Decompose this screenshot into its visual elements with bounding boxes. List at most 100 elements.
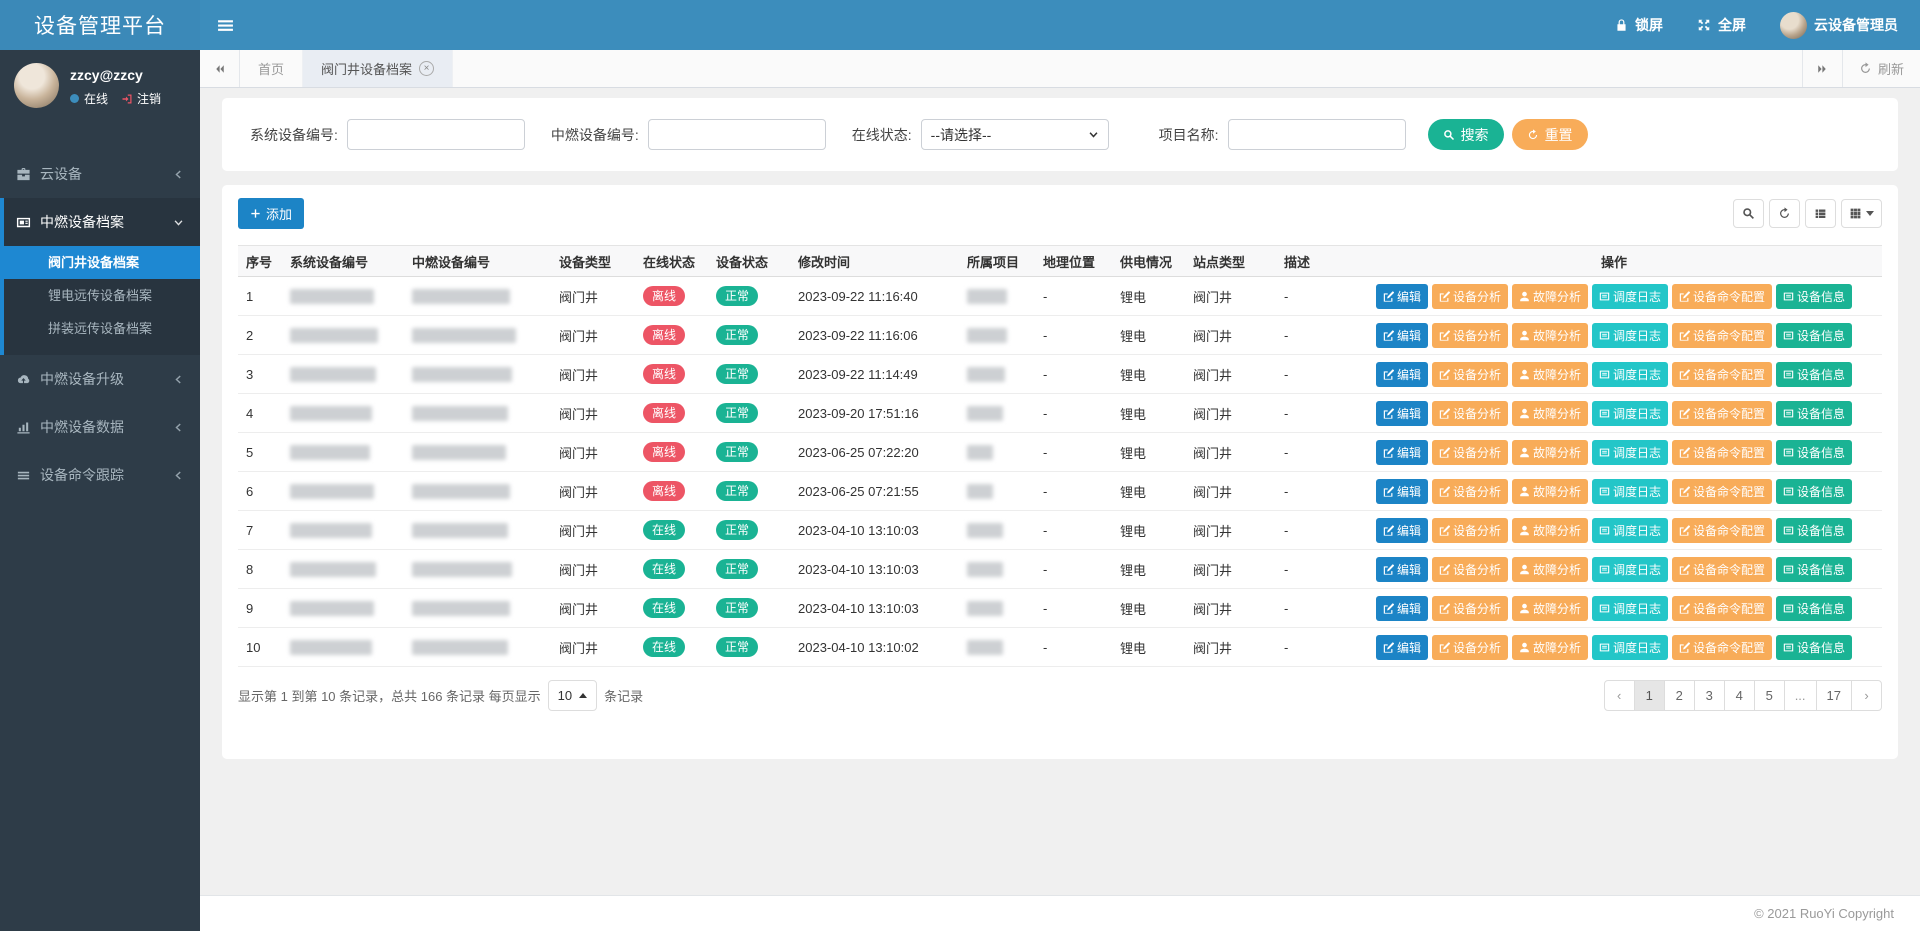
column-header[interactable]: 所属项目 xyxy=(959,246,1035,277)
column-header[interactable]: 描述 xyxy=(1276,246,1346,277)
sidebar-toggle-button[interactable] xyxy=(200,0,250,50)
fault-analysis-button[interactable]: 故障分析 xyxy=(1512,284,1588,309)
fault-analysis-button[interactable]: 故障分析 xyxy=(1512,323,1588,348)
edit-button[interactable]: 编辑 xyxy=(1376,635,1428,660)
page-button[interactable]: 1 xyxy=(1634,680,1665,711)
reset-button[interactable]: 重置 xyxy=(1512,119,1588,150)
device-info-button[interactable]: 设备信息 xyxy=(1776,635,1852,660)
column-header[interactable]: 修改时间 xyxy=(790,246,959,277)
device-command-config-button[interactable]: 设备命令配置 xyxy=(1672,596,1772,621)
sidebar-item-zhongran-archive[interactable]: 中燃设备档案 xyxy=(4,198,200,246)
table-refresh-button[interactable] xyxy=(1769,199,1800,228)
device-info-button[interactable]: 设备信息 xyxy=(1776,557,1852,582)
page-size-select[interactable]: 10 xyxy=(548,680,597,711)
column-header[interactable]: 在线状态 xyxy=(635,246,708,277)
fault-analysis-button[interactable]: 故障分析 xyxy=(1512,635,1588,660)
device-command-config-button[interactable]: 设备命令配置 xyxy=(1672,362,1772,387)
column-header[interactable]: 地理位置 xyxy=(1035,246,1112,277)
device-command-config-button[interactable]: 设备命令配置 xyxy=(1672,479,1772,504)
device-command-config-button[interactable]: 设备命令配置 xyxy=(1672,440,1772,465)
edit-button[interactable]: 编辑 xyxy=(1376,518,1428,543)
device-analysis-button[interactable]: 设备分析 xyxy=(1432,596,1508,621)
sidebar-subitem-valve-well-archive[interactable]: 阀门井设备档案 xyxy=(4,246,200,279)
sidebar-item-cloud-device[interactable]: 云设备 xyxy=(0,150,200,198)
dispatch-log-button[interactable]: 调度日志 xyxy=(1592,557,1668,582)
page-prev-button[interactable]: ‹ xyxy=(1604,680,1635,711)
fault-analysis-button[interactable]: 故障分析 xyxy=(1512,401,1588,426)
user-menu-button[interactable]: 云设备管理员 xyxy=(1780,12,1898,39)
close-tab-icon[interactable]: × xyxy=(419,61,434,76)
edit-button[interactable]: 编辑 xyxy=(1376,479,1428,504)
column-header[interactable]: 操作 xyxy=(1346,246,1882,277)
search-button[interactable]: 搜索 xyxy=(1428,119,1504,150)
device-info-button[interactable]: 设备信息 xyxy=(1776,401,1852,426)
page-next-button[interactable]: › xyxy=(1851,680,1882,711)
sidebar-item-device-data[interactable]: 中燃设备数据 xyxy=(0,403,200,451)
device-analysis-button[interactable]: 设备分析 xyxy=(1432,401,1508,426)
sidebar-subitem-assembled-remote-archive[interactable]: 拼装远传设备档案 xyxy=(4,312,200,345)
fault-analysis-button[interactable]: 故障分析 xyxy=(1512,557,1588,582)
sidebar-item-command-track[interactable]: 设备命令跟踪 xyxy=(0,451,200,499)
add-button[interactable]: 添加 xyxy=(238,198,304,229)
page-button[interactable]: 2 xyxy=(1664,680,1695,711)
column-header[interactable]: 中燃设备编号 xyxy=(404,246,551,277)
device-info-button[interactable]: 设备信息 xyxy=(1776,362,1852,387)
device-info-button[interactable]: 设备信息 xyxy=(1776,440,1852,465)
edit-button[interactable]: 编辑 xyxy=(1376,557,1428,582)
device-info-button[interactable]: 设备信息 xyxy=(1776,284,1852,309)
edit-button[interactable]: 编辑 xyxy=(1376,401,1428,426)
tab-home[interactable]: 首页 xyxy=(240,50,303,87)
device-analysis-button[interactable]: 设备分析 xyxy=(1432,284,1508,309)
fault-analysis-button[interactable]: 故障分析 xyxy=(1512,440,1588,465)
column-header[interactable]: 站点类型 xyxy=(1185,246,1276,277)
device-command-config-button[interactable]: 设备命令配置 xyxy=(1672,401,1772,426)
page-button[interactable]: 5 xyxy=(1754,680,1785,711)
device-info-button[interactable]: 设备信息 xyxy=(1776,323,1852,348)
edit-button[interactable]: 编辑 xyxy=(1376,440,1428,465)
fault-analysis-button[interactable]: 故障分析 xyxy=(1512,596,1588,621)
column-header[interactable]: 系统设备编号 xyxy=(282,246,404,277)
fullscreen-button[interactable]: 全屏 xyxy=(1697,15,1746,35)
column-header[interactable]: 序号 xyxy=(238,246,282,277)
refresh-tab-button[interactable]: 刷新 xyxy=(1842,50,1920,87)
dispatch-log-button[interactable]: 调度日志 xyxy=(1592,479,1668,504)
sidebar-item-device-upgrade[interactable]: 中燃设备升级 xyxy=(0,355,200,403)
sidebar-subitem-lithium-remote-archive[interactable]: 锂电远传设备档案 xyxy=(4,279,200,312)
table-toggle-view-button[interactable] xyxy=(1805,199,1836,228)
edit-button[interactable]: 编辑 xyxy=(1376,323,1428,348)
device-analysis-button[interactable]: 设备分析 xyxy=(1432,479,1508,504)
dispatch-log-button[interactable]: 调度日志 xyxy=(1592,362,1668,387)
logout-button[interactable]: 注销 xyxy=(121,90,161,107)
device-command-config-button[interactable]: 设备命令配置 xyxy=(1672,518,1772,543)
column-header[interactable]: 设备状态 xyxy=(708,246,790,277)
mid-device-no-input[interactable] xyxy=(648,119,826,150)
dispatch-log-button[interactable]: 调度日志 xyxy=(1592,518,1668,543)
fault-analysis-button[interactable]: 故障分析 xyxy=(1512,518,1588,543)
device-analysis-button[interactable]: 设备分析 xyxy=(1432,635,1508,660)
dispatch-log-button[interactable]: 调度日志 xyxy=(1592,323,1668,348)
device-info-button[interactable]: 设备信息 xyxy=(1776,596,1852,621)
dispatch-log-button[interactable]: 调度日志 xyxy=(1592,596,1668,621)
device-info-button[interactable]: 设备信息 xyxy=(1776,479,1852,504)
device-info-button[interactable]: 设备信息 xyxy=(1776,518,1852,543)
column-header[interactable]: 设备类型 xyxy=(551,246,635,277)
dispatch-log-button[interactable]: 调度日志 xyxy=(1592,440,1668,465)
device-analysis-button[interactable]: 设备分析 xyxy=(1432,323,1508,348)
page-button[interactable]: 4 xyxy=(1724,680,1755,711)
dispatch-log-button[interactable]: 调度日志 xyxy=(1592,401,1668,426)
device-analysis-button[interactable]: 设备分析 xyxy=(1432,440,1508,465)
dispatch-log-button[interactable]: 调度日志 xyxy=(1592,284,1668,309)
edit-button[interactable]: 编辑 xyxy=(1376,284,1428,309)
table-search-toggle-button[interactable] xyxy=(1733,199,1764,228)
device-analysis-button[interactable]: 设备分析 xyxy=(1432,362,1508,387)
online-status-select[interactable]: --请选择-- xyxy=(921,119,1109,150)
project-name-input[interactable] xyxy=(1228,119,1406,150)
device-command-config-button[interactable]: 设备命令配置 xyxy=(1672,323,1772,348)
page-button[interactable]: 17 xyxy=(1816,680,1852,711)
device-analysis-button[interactable]: 设备分析 xyxy=(1432,518,1508,543)
column-header[interactable]: 供电情况 xyxy=(1112,246,1185,277)
fault-analysis-button[interactable]: 故障分析 xyxy=(1512,479,1588,504)
fault-analysis-button[interactable]: 故障分析 xyxy=(1512,362,1588,387)
table-columns-button[interactable] xyxy=(1841,199,1882,228)
tab-valve-well-archive[interactable]: 阀门井设备档案 × xyxy=(303,50,453,87)
